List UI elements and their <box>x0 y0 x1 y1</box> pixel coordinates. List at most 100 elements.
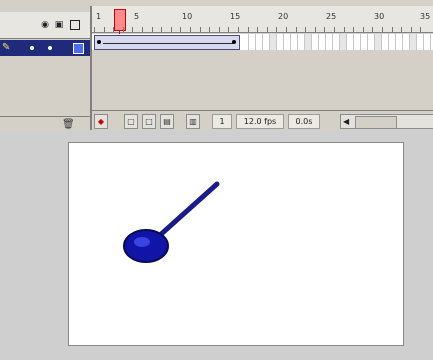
ruler-tick <box>372 27 373 32</box>
playhead[interactable] <box>114 9 126 31</box>
frame-cell[interactable] <box>277 34 284 50</box>
ruler-tick <box>238 27 239 32</box>
frame-cell[interactable] <box>424 34 431 50</box>
ruler-tick <box>171 27 172 32</box>
ruler-tick <box>228 27 229 32</box>
timeline-panel: ◉ ▣ ✎ 🗑 1 5 10 15 20 25 30 35 ◆ ▢ □ ▤ ▥ … <box>0 0 433 135</box>
ruler-label: 30 <box>374 12 385 21</box>
frame-cell[interactable] <box>396 34 403 50</box>
frame-cell[interactable] <box>319 34 326 50</box>
stage-area <box>0 130 433 360</box>
ruler-tick <box>200 27 201 32</box>
frame-cell[interactable] <box>256 34 263 50</box>
frame-cell[interactable] <box>347 34 354 50</box>
scroll-left-icon[interactable]: ◀ <box>343 115 349 128</box>
ruler-tick <box>190 27 191 32</box>
tween-arrow <box>103 43 233 44</box>
frame-cell[interactable] <box>340 34 347 50</box>
layer-panel: ◉ ▣ ✎ 🗑 <box>0 6 90 135</box>
ruler-tick <box>123 27 124 32</box>
ruler-tick <box>113 27 114 32</box>
timeline-status-bar: ◆ ▢ □ ▤ ▥ 1 12.0 fps 0.0s ◀ <box>92 110 433 131</box>
ruler-tick <box>276 27 277 32</box>
frame-cell[interactable] <box>333 34 340 50</box>
elapsed-time-display: 0.0s <box>288 114 320 129</box>
frame-cell[interactable] <box>417 34 424 50</box>
ruler-tick <box>411 27 412 32</box>
frame-ruler[interactable]: 1 5 10 15 20 25 30 35 <box>92 6 433 33</box>
frame-row[interactable] <box>92 34 433 50</box>
layer-color-swatch[interactable] <box>73 43 84 54</box>
ruler-tick <box>305 27 306 32</box>
frame-cell[interactable] <box>291 34 298 50</box>
ruler-tick <box>324 27 325 32</box>
frame-cell[interactable] <box>354 34 361 50</box>
ruler-tick <box>142 27 143 32</box>
frame-cell[interactable] <box>361 34 368 50</box>
lock-dot-icon[interactable] <box>48 46 52 50</box>
frame-cell[interactable] <box>389 34 396 50</box>
frames-panel: 1 5 10 15 20 25 30 35 ◆ ▢ □ ▤ ▥ 1 12.0 f… <box>92 6 433 131</box>
ruler-tick <box>315 27 316 32</box>
stage-canvas[interactable] <box>68 142 404 346</box>
ruler-tick <box>420 27 421 32</box>
layer-header: ◉ ▣ <box>0 12 90 39</box>
frame-cell[interactable] <box>242 34 249 50</box>
ruler-tick <box>209 27 210 32</box>
edit-multiple-frames-icon[interactable]: ▤ <box>160 114 174 129</box>
modify-markers-icon[interactable]: ▥ <box>186 114 200 129</box>
ruler-tick <box>161 27 162 32</box>
ruler-tick <box>392 27 393 32</box>
ruler-label: 15 <box>230 12 241 21</box>
outline-icon[interactable] <box>70 20 80 30</box>
ruler-tick <box>334 27 335 32</box>
stage-artwork <box>123 181 220 263</box>
ruler-tick <box>382 27 383 32</box>
ruler-tick <box>94 27 95 32</box>
frame-cell[interactable] <box>375 34 382 50</box>
frame-rate-display: 12.0 fps <box>236 114 284 129</box>
ruler-label: 1 <box>96 12 102 21</box>
frame-cell[interactable] <box>298 34 305 50</box>
frame-cell[interactable] <box>410 34 417 50</box>
layer-row[interactable]: ✎ <box>0 40 90 56</box>
ruler-label: 10 <box>182 12 193 21</box>
pendulum-bob-highlight <box>134 237 150 247</box>
frame-cell[interactable] <box>284 34 291 50</box>
keyframe-end[interactable] <box>232 40 236 44</box>
frame-cell[interactable] <box>382 34 389 50</box>
ruler-label: 5 <box>134 12 140 21</box>
frame-cell[interactable] <box>326 34 333 50</box>
ruler-tick <box>363 27 364 32</box>
frame-cell[interactable] <box>249 34 256 50</box>
layer-empty-area <box>0 56 90 116</box>
onion-outlines-icon[interactable]: □ <box>142 114 156 129</box>
ruler-tick <box>219 27 220 32</box>
ruler-label: 35 <box>420 12 431 21</box>
frame-cell[interactable] <box>305 34 312 50</box>
ruler-tick <box>257 27 258 32</box>
motion-tween-span[interactable] <box>94 35 240 50</box>
lock-icon[interactable]: ▣ <box>54 20 64 30</box>
ruler-label: 25 <box>326 12 337 21</box>
ruler-tick <box>248 27 249 32</box>
eye-icon[interactable]: ◉ <box>40 20 50 30</box>
ruler-tick <box>296 27 297 32</box>
ruler-tick <box>132 27 133 32</box>
onion-skin-icon[interactable]: ▢ <box>124 114 138 129</box>
ruler-tick <box>104 27 105 32</box>
frame-cell[interactable] <box>312 34 319 50</box>
scroll-thumb[interactable] <box>355 116 397 129</box>
timeline-scrollbar[interactable]: ◀ <box>340 114 433 129</box>
ruler-tick <box>286 27 287 32</box>
frame-cell[interactable] <box>263 34 270 50</box>
ruler-tick <box>401 27 402 32</box>
visibility-dot-icon[interactable] <box>30 46 34 50</box>
center-frame-icon[interactable]: ◆ <box>94 114 108 129</box>
frame-cell[interactable] <box>270 34 277 50</box>
frame-cell[interactable] <box>368 34 375 50</box>
keyframe-start[interactable] <box>97 40 101 44</box>
current-frame-display: 1 <box>212 114 232 129</box>
frame-cell[interactable] <box>403 34 410 50</box>
ruler-tick <box>180 27 181 32</box>
